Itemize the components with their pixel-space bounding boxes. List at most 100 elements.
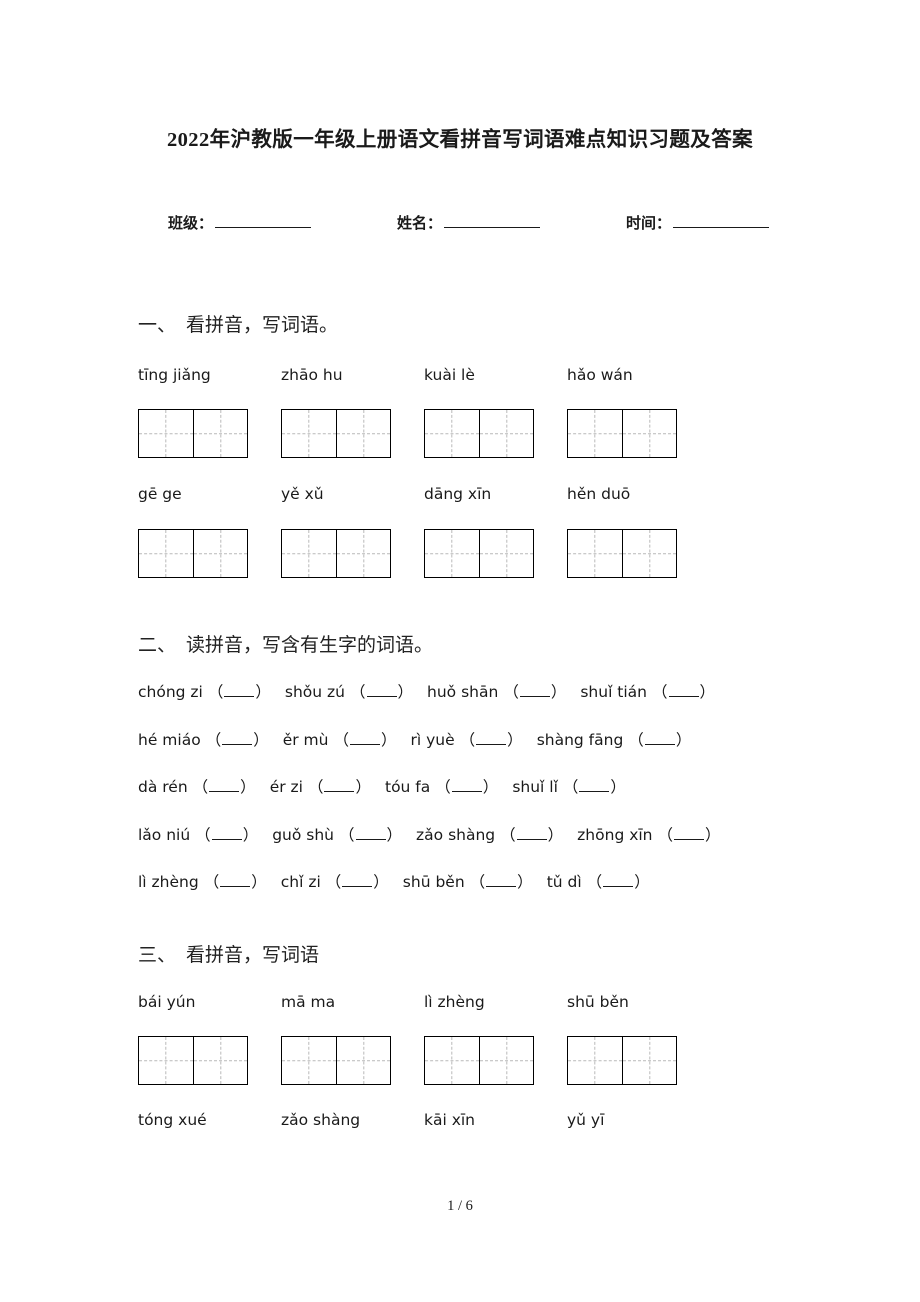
pinyin-word: zǎo shàng <box>281 1111 361 1129</box>
tianzige-cell[interactable] <box>193 530 247 577</box>
tianzige-group[interactable] <box>567 1036 677 1085</box>
tianzige-cell[interactable] <box>139 530 193 577</box>
pinyin-word: zhāo hu <box>281 366 343 384</box>
tianzige-group[interactable] <box>281 409 391 458</box>
tianzige-cell[interactable] <box>336 1037 390 1084</box>
tianzige-group[interactable] <box>281 529 391 578</box>
tianzige-cell[interactable] <box>193 1037 247 1084</box>
tianzige-group[interactable] <box>567 409 677 458</box>
tianzige-cell[interactable] <box>425 530 479 577</box>
section-number-2: 二、 <box>138 635 177 656</box>
answer-blank[interactable] <box>342 874 373 887</box>
open-paren: （ <box>657 826 674 844</box>
close-paren: ） <box>397 683 414 701</box>
tianzige-cell[interactable] <box>336 410 390 457</box>
tianzige-cell[interactable] <box>479 410 533 457</box>
tianzige-row-1-1 <box>138 409 677 458</box>
pinyin-word: zǎo shàng <box>416 826 496 844</box>
pinyin-word: tóu fa <box>385 778 431 796</box>
open-paren: （ <box>500 826 516 844</box>
fill-item: lì zhèng （ ） <box>138 870 267 892</box>
open-paren: （ <box>459 731 476 749</box>
open-paren: （ <box>435 778 451 796</box>
tianzige-cell[interactable] <box>622 1037 676 1084</box>
tianzige-cell[interactable] <box>282 410 336 457</box>
answer-blank[interactable] <box>220 874 251 887</box>
tianzige-cell[interactable] <box>568 410 622 457</box>
tianzige-cell[interactable] <box>479 530 533 577</box>
answer-blank[interactable] <box>324 779 355 792</box>
pinyin-word: hěn duō <box>567 485 631 503</box>
tianzige-cell[interactable] <box>479 1037 533 1084</box>
fill-item: zǎo shàng （ ） <box>416 823 563 845</box>
answer-blank[interactable] <box>674 827 705 840</box>
tianzige-cell[interactable] <box>568 1037 622 1084</box>
time-blank[interactable] <box>673 213 770 228</box>
fill-item: ěr mù （ ） <box>283 728 397 750</box>
answer-blank[interactable] <box>516 827 547 840</box>
tianzige-group[interactable] <box>424 409 534 458</box>
pinyin-word: zhōng xīn <box>577 826 653 844</box>
tianzige-cell[interactable] <box>282 530 336 577</box>
class-label: 班级： <box>168 216 214 232</box>
tianzige-group[interactable] <box>138 1036 248 1085</box>
open-paren: （ <box>562 778 579 796</box>
answer-blank[interactable] <box>224 684 255 697</box>
answer-blank[interactable] <box>579 779 610 792</box>
open-paren: （ <box>325 873 342 891</box>
tianzige-group[interactable] <box>138 529 248 578</box>
pinyin-word: kuài lè <box>424 366 475 384</box>
tianzige-group[interactable] <box>424 1036 534 1085</box>
tianzige-cell[interactable] <box>622 410 676 457</box>
close-paren: ） <box>255 683 271 701</box>
pinyin-word: gē ge <box>138 485 182 503</box>
class-blank[interactable] <box>215 213 312 228</box>
section-title-3: 看拼音，写词语 <box>186 945 320 966</box>
name-blank[interactable] <box>444 213 541 228</box>
answer-blank[interactable] <box>209 779 240 792</box>
name-field: 姓名： <box>397 212 541 233</box>
tianzige-row-3-1 <box>138 1036 677 1085</box>
pinyin-row-1-2: gē ge yě xǔ dāng xīn hěn duō <box>138 485 710 503</box>
close-paren: ） <box>253 731 269 749</box>
answer-blank[interactable] <box>476 732 507 745</box>
answer-blank[interactable] <box>211 827 242 840</box>
answer-blank[interactable] <box>519 684 550 697</box>
answer-blank[interactable] <box>350 732 380 745</box>
tianzige-cell[interactable] <box>193 410 247 457</box>
tianzige-cell[interactable] <box>425 410 479 457</box>
section-number-1: 一、 <box>138 315 177 336</box>
answer-blank[interactable] <box>366 684 397 697</box>
close-paren: ） <box>547 826 564 844</box>
pinyin-word: shǒu zú <box>284 683 345 701</box>
answer-blank[interactable] <box>486 874 517 887</box>
page-number: 1 / 6 <box>447 1198 473 1214</box>
name-label: 姓名： <box>397 216 443 232</box>
fill-item: guǒ shù （ ） <box>272 823 402 845</box>
tianzige-group[interactable] <box>281 1036 391 1085</box>
tianzige-cell[interactable] <box>425 1037 479 1084</box>
tianzige-group[interactable] <box>567 529 677 578</box>
tianzige-cell[interactable] <box>282 1037 336 1084</box>
answer-blank[interactable] <box>355 827 386 840</box>
pinyin-word: lǎo niú <box>138 826 191 844</box>
tianzige-cell[interactable] <box>568 530 622 577</box>
close-paren: ） <box>675 731 692 749</box>
tianzige-cell[interactable] <box>336 530 390 577</box>
answer-blank[interactable] <box>451 779 482 792</box>
answer-blank[interactable] <box>222 732 253 745</box>
answer-blank[interactable] <box>668 684 699 697</box>
fill-item: shǒu zú （ ） <box>285 680 413 702</box>
fill-item: zhōng xīn （ ） <box>577 823 720 845</box>
tianzige-cell[interactable] <box>139 1037 193 1084</box>
tianzige-cell[interactable] <box>139 410 193 457</box>
answer-blank[interactable] <box>603 874 634 887</box>
close-paren: ） <box>386 826 403 844</box>
answer-blank[interactable] <box>644 732 675 745</box>
fill-item: lǎo niú （ ） <box>138 823 258 845</box>
tianzige-group[interactable] <box>424 529 534 578</box>
tianzige-cell[interactable] <box>622 530 676 577</box>
tianzige-group[interactable] <box>138 409 248 458</box>
